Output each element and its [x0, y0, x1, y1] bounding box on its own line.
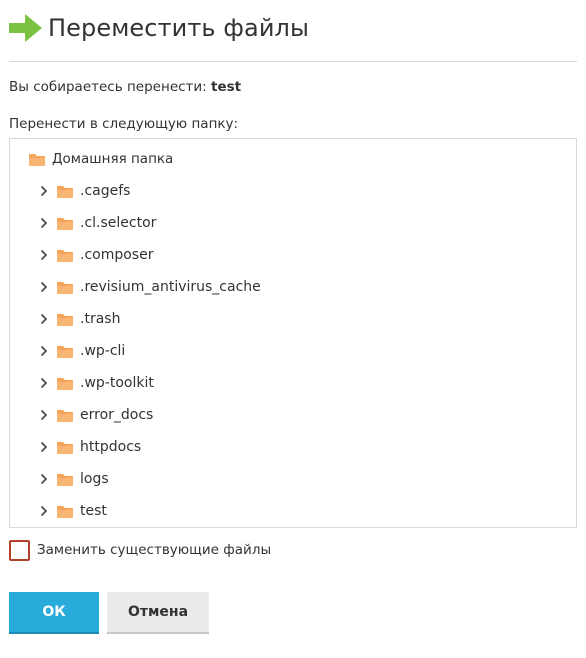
chevron-right-icon[interactable]: [38, 339, 50, 363]
move-summary: Вы собираетесь перенести: test: [9, 79, 241, 95]
folder-icon: [57, 345, 73, 358]
tree-item[interactable]: httpdocs: [38, 435, 141, 459]
tree-item[interactable]: .cl.selector: [38, 211, 156, 235]
chevron-right-icon[interactable]: [38, 371, 50, 395]
tree-item-label: httpdocs: [80, 439, 142, 455]
tree-item-label: .composer: [80, 247, 154, 263]
tree-item[interactable]: logs: [38, 467, 109, 491]
folder-icon: [57, 249, 73, 262]
chevron-right-icon[interactable]: [38, 179, 50, 203]
tree-item[interactable]: error_docs: [38, 403, 153, 427]
tree-item-label: .wp-toolkit: [80, 375, 154, 391]
tree-item-label: .cagefs: [80, 183, 131, 199]
move-summary-item: test: [211, 79, 242, 95]
target-folder-label: Перенести в следующую папку:: [9, 116, 239, 132]
tree-item-label: .trash: [80, 311, 121, 327]
folder-icon: [57, 377, 73, 390]
tree-item[interactable]: .wp-cli: [38, 339, 125, 363]
chevron-right-icon[interactable]: [38, 403, 50, 427]
folder-icon: [57, 217, 73, 230]
tree-item[interactable]: .trash: [38, 307, 120, 331]
chevron-right-icon[interactable]: [38, 435, 50, 459]
tree-item[interactable]: .revisium_antivirus_cache: [38, 275, 261, 299]
header-divider: [9, 61, 577, 62]
folder-icon: [57, 441, 73, 454]
replace-option[interactable]: Заменить существующие файлы: [9, 539, 271, 561]
folder-icon: [57, 473, 73, 486]
tree-item[interactable]: .wp-toolkit: [38, 371, 154, 395]
chevron-right-icon[interactable]: [38, 243, 50, 267]
folder-icon: [57, 505, 73, 518]
replace-files-checkbox[interactable]: [9, 539, 30, 561]
cancel-button[interactable]: Отмена: [107, 592, 209, 632]
chevron-right-icon[interactable]: [38, 275, 50, 299]
page-title: Переместить файлы: [48, 14, 310, 42]
tree-item-label: error_docs: [80, 407, 154, 423]
tree-item-label: .revisium_antivirus_cache: [80, 279, 261, 295]
tree-item[interactable]: .composer: [38, 243, 153, 267]
chevron-right-icon[interactable]: [38, 499, 50, 523]
chevron-right-icon[interactable]: [38, 211, 50, 235]
ok-button[interactable]: ОК: [9, 592, 99, 632]
tree-item-label: test: [80, 503, 107, 519]
folder-icon: [57, 281, 73, 294]
chevron-right-icon[interactable]: [38, 307, 50, 331]
tree-item-label: .wp-cli: [80, 343, 126, 359]
folder-icon: [57, 185, 73, 198]
move-summary-prefix: Вы собираетесь перенести:: [9, 79, 212, 95]
tree-item[interactable]: test: [38, 499, 107, 523]
tree-item-label: .cl.selector: [80, 215, 157, 231]
folder-icon: [29, 153, 45, 166]
folder-tree[interactable]: Домашняя папка .cagefs .cl.selector .compo…: [9, 138, 577, 528]
tree-item[interactable]: .cagefs: [38, 179, 130, 203]
replace-files-label: Заменить существующие файлы: [37, 542, 272, 558]
arrow-right-icon: [9, 14, 42, 42]
tree-root-label: Домашняя папка: [52, 151, 174, 167]
folder-icon: [57, 409, 73, 422]
tree-root-home[interactable]: Домашняя папка: [28, 147, 173, 171]
tree-item-label: logs: [80, 471, 109, 487]
folder-icon: [57, 313, 73, 326]
dialog-header: Переместить файлы: [9, 10, 309, 46]
chevron-right-icon[interactable]: [38, 467, 50, 491]
